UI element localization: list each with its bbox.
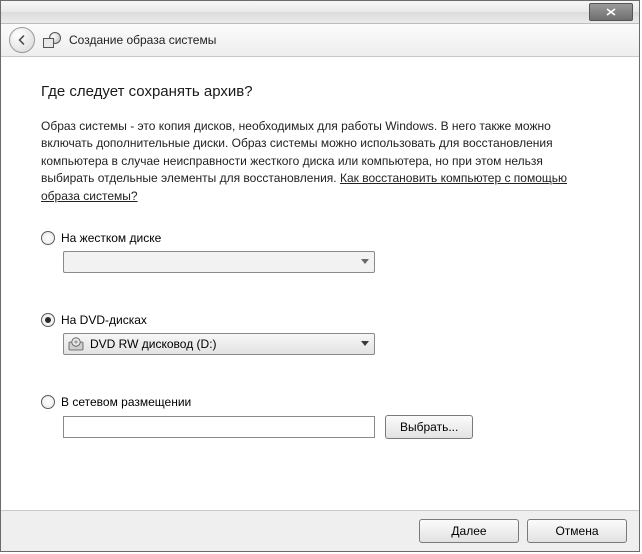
- radio-label-network: В сетевом размещении: [61, 395, 191, 409]
- back-arrow-icon: [16, 34, 28, 46]
- option-hard-disk: На жестком диске: [41, 231, 599, 273]
- option-network: В сетевом размещении Выбрать...: [41, 395, 599, 439]
- dvd-combo[interactable]: DVD RW дисковод (D:): [63, 333, 375, 355]
- radio-row-hard-disk[interactable]: На жестком диске: [41, 231, 599, 245]
- browse-button[interactable]: Выбрать...: [385, 415, 473, 439]
- radio-label-dvd: На DVD-дисках: [61, 313, 147, 327]
- header-title: Создание образа системы: [69, 33, 216, 47]
- content-area: Где следует сохранять архив? Образ систе…: [1, 57, 639, 439]
- cancel-button[interactable]: Отмена: [527, 519, 627, 543]
- page-heading: Где следует сохранять архив?: [41, 83, 599, 100]
- window-close-button[interactable]: [589, 3, 633, 21]
- radio-label-hard-disk: На жестком диске: [61, 231, 161, 245]
- close-icon: [606, 8, 616, 16]
- header-bar: Создание образа системы: [1, 24, 639, 57]
- radio-network[interactable]: [41, 395, 55, 409]
- footer: Далее Отмена: [1, 510, 639, 551]
- chevron-down-icon: [355, 252, 374, 272]
- dvd-combo-value: DVD RW дисковод (D:): [88, 337, 355, 351]
- titlebar: [1, 1, 639, 24]
- network-path-input[interactable]: [63, 416, 375, 438]
- option-dvd: На DVD-дисках DVD RW дисковод (D:): [41, 313, 599, 355]
- system-image-icon: [43, 32, 61, 48]
- chevron-down-icon: [355, 334, 374, 354]
- radio-row-dvd[interactable]: На DVD-дисках: [41, 313, 599, 327]
- next-button[interactable]: Далее: [419, 519, 519, 543]
- wizard-window: Создание образа системы Где следует сохр…: [0, 0, 640, 552]
- network-path-row: Выбрать...: [41, 415, 599, 439]
- radio-hard-disk[interactable]: [41, 231, 55, 245]
- dvd-drive-icon: [68, 336, 84, 352]
- radio-dvd[interactable]: [41, 313, 55, 327]
- hard-disk-combo[interactable]: [63, 251, 375, 273]
- radio-row-network[interactable]: В сетевом размещении: [41, 395, 599, 409]
- description-text: Образ системы - это копия дисков, необхо…: [41, 118, 596, 205]
- back-button[interactable]: [9, 27, 35, 53]
